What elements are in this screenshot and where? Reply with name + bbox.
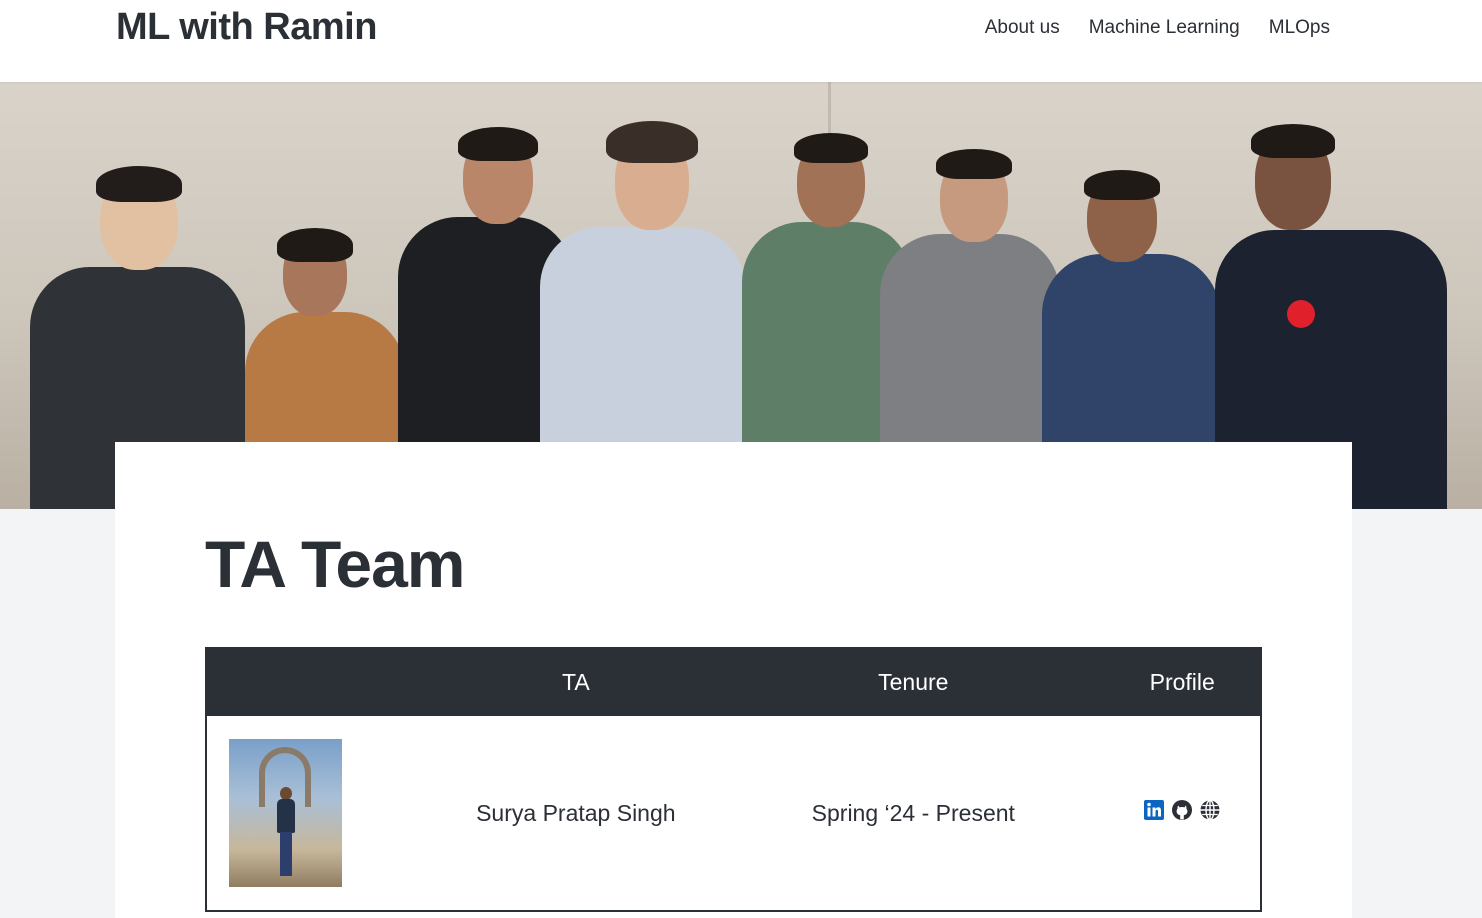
table-row: Surya Pratap Singh Spring ‘24 - Present: [206, 716, 1261, 911]
column-header-photo: [206, 648, 429, 716]
nav-link-machine-learning[interactable]: Machine Learning: [1089, 14, 1240, 42]
top-navbar: ML with Ramin About us Machine Learning …: [0, 0, 1482, 82]
globe-icon[interactable]: [1199, 799, 1221, 821]
ta-photo: [229, 739, 342, 887]
column-header-ta: TA: [561, 669, 590, 695]
ta-name: Surya Pratap Singh: [476, 799, 676, 826]
profile-links: [1143, 799, 1221, 821]
linkedin-icon[interactable]: [1143, 799, 1165, 821]
site-brand[interactable]: ML with Ramin: [116, 6, 377, 49]
nav-link-about-us[interactable]: About us: [985, 14, 1060, 42]
github-icon[interactable]: [1171, 799, 1193, 821]
main-nav: About us Machine Learning MLOps: [985, 14, 1330, 42]
ta-table: TA Tenure Profile Surya Pratap Singh Spr…: [205, 647, 1262, 912]
column-header-tenure: Tenure: [878, 669, 949, 695]
nav-link-mlops[interactable]: MLOps: [1269, 14, 1330, 42]
table-header-row: TA Tenure Profile: [206, 648, 1261, 716]
column-header-profile: Profile: [1149, 669, 1215, 695]
page-title: TA Team: [205, 527, 465, 601]
ta-tenure: Spring ‘24 - Present: [811, 799, 1015, 826]
ta-team-card: TA Team TA Tenure Profile Surya Pratap S…: [115, 442, 1352, 918]
